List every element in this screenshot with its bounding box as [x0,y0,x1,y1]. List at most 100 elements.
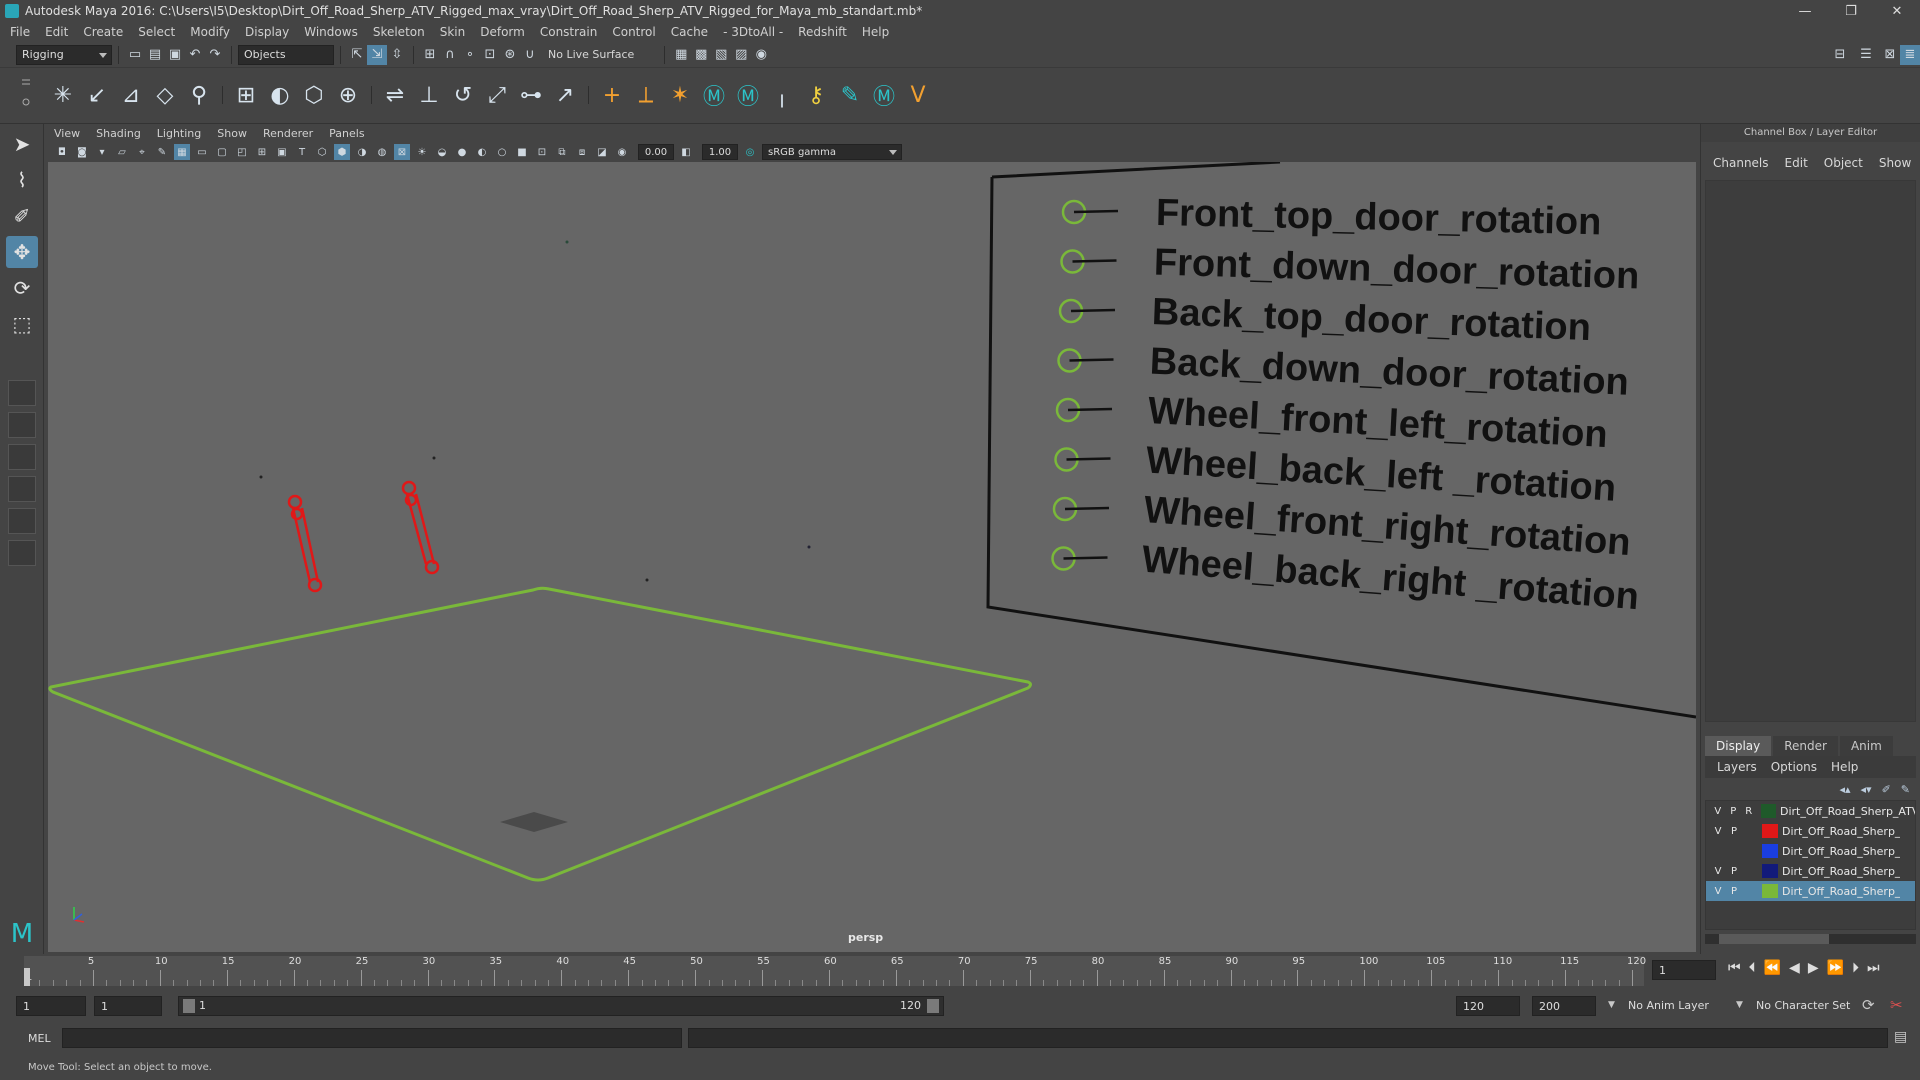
render-view-icon[interactable]: ▦ [671,45,691,65]
paint-weights-icon[interactable]: ◐ [263,78,297,112]
gamma-icon[interactable]: ◧ [678,144,694,160]
menu-skeleton[interactable]: Skeleton [373,25,425,39]
paint-select-icon[interactable]: ✐ [6,200,38,232]
camera-attributes-icon[interactable]: ◙ [74,144,90,160]
xray-active-icon[interactable]: ⧈ [574,144,590,160]
2d-pan-zoom-icon[interactable]: ⌖ [134,144,150,160]
layer-visibility-toggle[interactable]: V [1710,806,1726,817]
safe-action-icon[interactable]: ▣ [274,144,290,160]
step-forward-key-icon[interactable]: ⏩ [1827,960,1844,976]
range-slider-start-handle[interactable] [183,999,195,1013]
bind-skin-icon[interactable]: ⊞ [229,78,263,112]
control-row[interactable]: Back_top_door_rotation [1058,291,1592,349]
menu-create[interactable]: Create [83,25,123,39]
open-scene-icon[interactable]: ▤ [145,45,165,65]
scale-constraint-icon[interactable]: ⤢ [480,78,514,112]
scrollbar-thumb[interactable] [1719,934,1829,944]
menu-select[interactable]: Select [138,25,175,39]
object-menu[interactable]: Object [1824,156,1863,170]
move-layer-up-icon[interactable]: ◂▴ [1839,783,1850,796]
tab-anim[interactable]: Anim [1839,736,1893,756]
menu-cache[interactable]: Cache [671,25,708,39]
play-forward-icon[interactable]: ▶ [1808,960,1819,976]
layers-menu[interactable]: Layers [1717,760,1757,774]
xray-joints-icon[interactable]: ⊠ [394,144,410,160]
animation-end-field[interactable]: 200 [1532,996,1596,1016]
script-editor-icon[interactable]: ▤ [1894,1029,1907,1045]
layer-playback-toggle[interactable]: P [1726,886,1742,897]
character-set-dropdown[interactable]: No Character Set [1756,999,1850,1012]
command-input[interactable] [62,1028,682,1048]
paint-tool-icon[interactable]: ✎ [833,78,867,112]
bookmark-icon[interactable]: ▾ [94,144,110,160]
persp-graph-layout-icon[interactable] [8,476,36,502]
layer-color-swatch[interactable] [1762,844,1778,858]
smooth-shade-icon[interactable]: ⬢ [334,144,350,160]
layer-color-swatch[interactable] [1760,804,1776,818]
shelf-handle-icon[interactable] [20,76,32,116]
animation-start-field[interactable]: 1 [16,996,86,1016]
playback-end-field[interactable]: 120 [1456,996,1520,1016]
safe-title-icon[interactable]: T [294,144,310,160]
aim-constraint-icon[interactable]: ⊶ [514,78,548,112]
channel-box-toggle-icon[interactable]: ≣ [1900,44,1920,65]
custom-layout-icon[interactable] [8,540,36,566]
save-scene-icon[interactable]: ▣ [165,45,185,65]
quick-rig-icon[interactable]: ⚲ [182,78,216,112]
scale-tool-icon[interactable]: ⬚ [6,308,38,340]
selection-mode-dropdown[interactable]: Objects [238,44,334,65]
tool-settings-icon[interactable]: ⊠ [1880,45,1900,65]
pole-vector-icon[interactable]: ↗ [548,78,582,112]
menu-set-dropdown[interactable]: Rigging [16,44,112,65]
render-frame-icon[interactable]: ▩ [691,45,711,65]
menu-constrain[interactable]: Constrain [540,25,598,39]
render-settings-icon[interactable]: ▨ [731,45,751,65]
time-slider-track[interactable]: 1 51015202530354045505560657075808590951… [24,956,1646,986]
layer-row[interactable]: V P Dirt_Off_Road_Sherp_ [1706,861,1915,881]
maximize-button[interactable]: ❐ [1828,0,1874,22]
hik-icon[interactable]: ⟂ [629,78,663,112]
current-frame-field[interactable]: 1 [1652,960,1716,980]
layer-visibility-toggle[interactable]: V [1710,826,1726,837]
menu-windows[interactable]: Windows [304,25,358,39]
default-material-icon[interactable]: ◑ [354,144,370,160]
create-layer-selected-icon[interactable]: ✎ [1901,783,1910,796]
select-camera-icon[interactable]: ◘ [54,144,70,160]
joint-tool-icon[interactable]: ✳ [46,78,80,112]
tab-display[interactable]: Display [1705,736,1772,756]
view-transform-dropdown[interactable]: sRGB gamma [762,144,902,160]
new-scene-icon[interactable]: ▭ [125,45,145,65]
maya-m-alt-icon[interactable]: Ⓜ [731,78,765,112]
select-tool-icon[interactable]: ➤ [6,128,38,160]
options-menu[interactable]: Options [1771,760,1817,774]
modeling-toolkit-icon[interactable]: ⊟ [1830,45,1850,65]
perspective-viewport[interactable]: Front_top_door_rotation Front_down_door_r… [48,162,1696,952]
persp-hypershade-layout-icon[interactable] [8,508,36,534]
control-row[interactable]: Front_down_door_rotation [1060,242,1640,298]
maya-m-icon[interactable]: Ⓜ [697,78,731,112]
image-plane-icon[interactable]: ▱ [114,144,130,160]
play-backward-icon[interactable]: ◀ [1789,960,1800,976]
point-constraint-icon[interactable]: ⊥ [412,78,446,112]
snap-view-plane-icon[interactable]: ⊡ [480,45,500,65]
step-forward-frame-icon[interactable]: ⏵ [1852,960,1859,976]
auto-key-icon[interactable]: ⟳ [1862,996,1875,1014]
motion-blur-icon[interactable]: ◐ [474,144,490,160]
layer-list-scrollbar[interactable] [1705,934,1916,944]
menu-deform[interactable]: Deform [480,25,525,39]
go-to-start-icon[interactable]: ⏮ [1728,960,1741,976]
chevron-down-icon[interactable]: ▼ [1608,1000,1615,1010]
select-by-hierarchy-icon[interactable]: ⇱ [347,45,367,65]
ik-spline-icon[interactable]: ⊿ [114,78,148,112]
step-back-key-icon[interactable]: ⏪ [1764,960,1781,976]
panel-menu-panels[interactable]: Panels [329,127,364,140]
layer-row[interactable]: V P Dirt_Off_Road_Sherp_ [1706,821,1915,841]
single-perspective-layout-icon[interactable] [8,380,36,406]
menu-display[interactable]: Display [245,25,289,39]
menu-help[interactable]: Help [862,25,889,39]
mash-icon[interactable]: Ⓜ [867,78,901,112]
snap-grid-icon[interactable]: ⊞ [420,45,440,65]
set-key-icon[interactable]: ⚷ [799,78,833,112]
depth-of-field-icon[interactable]: ■ [514,144,530,160]
mirror-joint-icon[interactable]: ◇ [148,78,182,112]
